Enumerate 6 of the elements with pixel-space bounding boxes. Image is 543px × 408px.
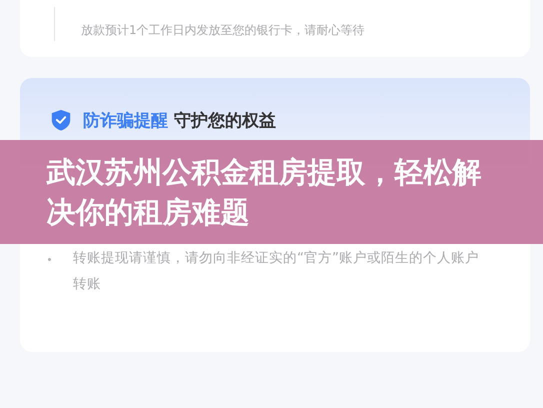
bullet-icon xyxy=(48,258,51,261)
fraud-title: 防诈骗提醒 守护您的权益 xyxy=(83,110,276,132)
payout-note: 放款预计1个工作日内发放至您的银行卡，请耐心等待 xyxy=(81,22,365,39)
tip-text: 转账提现请谨慎，请勿向非经证实的“官方”账户或陌生的个人账户转账 xyxy=(73,249,480,294)
banner-title: 武汉苏州公积金租房提取，轻松解决你的租房难题 xyxy=(46,154,482,231)
shield-check-icon xyxy=(50,108,72,132)
